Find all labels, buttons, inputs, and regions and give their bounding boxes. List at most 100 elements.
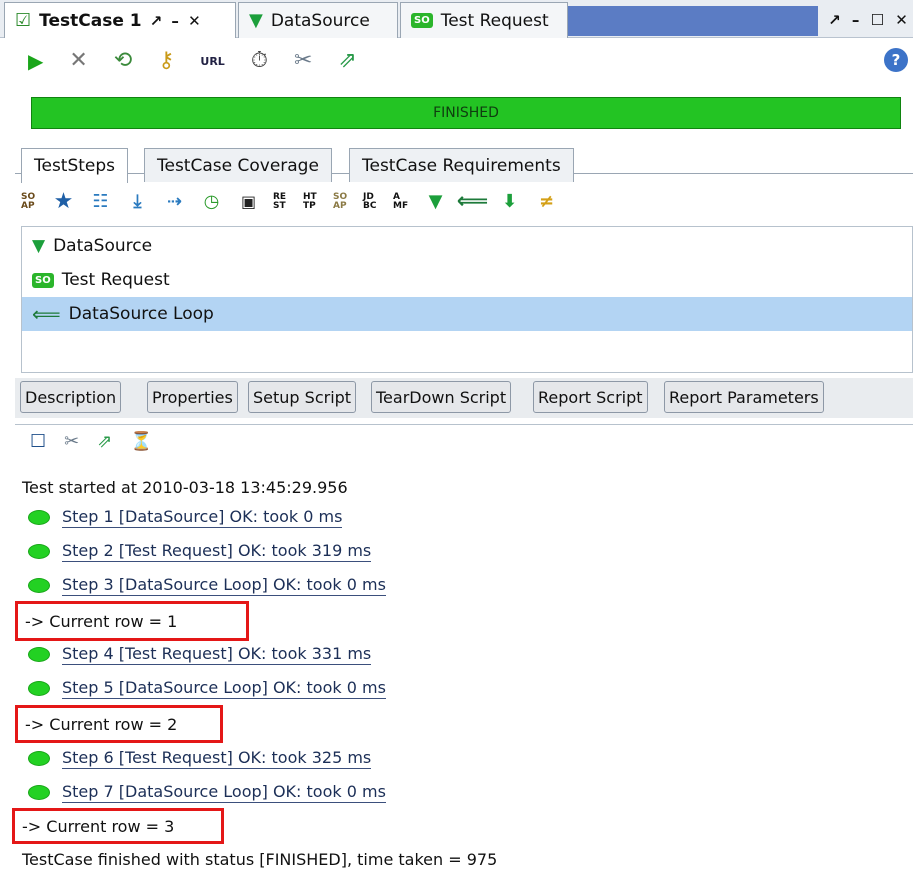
cancel-icon[interactable]: ✕ bbox=[69, 50, 87, 72]
url-icon[interactable]: URL bbox=[200, 56, 224, 67]
current-row-text: -> Current row = 3 bbox=[22, 816, 175, 836]
log-toolbar: ☐ ✂ ⇗ ⏳ bbox=[15, 424, 913, 458]
step-label: Test Request bbox=[61, 270, 170, 290]
current-row-text: -> Current row = 1 bbox=[25, 611, 178, 631]
log-step-entry[interactable]: Step 7 [DataSource Loop] OK: took 0 ms bbox=[28, 782, 386, 803]
datasource-funnel-icon: ▼ bbox=[249, 10, 263, 31]
current-row-text: -> Current row = 2 bbox=[25, 714, 178, 734]
amf-step-icon[interactable]: A MF bbox=[393, 190, 411, 215]
run-step-icon[interactable]: ▣ bbox=[236, 190, 261, 215]
tab-label: Setup Script bbox=[253, 387, 352, 407]
tab-label: Properties bbox=[152, 387, 233, 407]
tab-testcase-coverage[interactable]: TestCase Coverage bbox=[144, 148, 332, 182]
tab-label: Report Parameters bbox=[669, 387, 819, 407]
soap-step-icon[interactable]: SO AP bbox=[21, 190, 39, 215]
status-ok-icon bbox=[28, 785, 50, 800]
log-step-link[interactable]: Step 3 [DataSource Loop] OK: took 0 ms bbox=[62, 575, 386, 596]
tab-setup-script[interactable]: Setup Script bbox=[248, 381, 357, 413]
goto-icon[interactable]: ⇢ bbox=[162, 190, 187, 215]
export-icon[interactable]: ⇗ bbox=[97, 432, 112, 451]
status-ok-icon bbox=[28, 751, 50, 766]
log-step-entry[interactable]: Step 6 [Test Request] OK: took 325 ms bbox=[28, 748, 372, 769]
tab-testcase-1[interactable]: ☑ TestCase 1 ↗ – ✕ bbox=[4, 2, 236, 38]
log-step-link[interactable]: Step 2 [Test Request] OK: took 319 ms bbox=[62, 541, 372, 562]
tab-controls[interactable]: ↗ – ✕ bbox=[150, 12, 203, 30]
tab-properties[interactable]: Properties bbox=[147, 381, 238, 413]
log-started: Test started at 2010-03-18 13:45:29.956 bbox=[22, 478, 348, 497]
step-toolbar: SO AP ★ ☷ ⤓ ⇢ ◷ ▣ RE ST HT TP SO AP JD B… bbox=[15, 184, 913, 220]
filter-icon[interactable]: ⏳ bbox=[130, 432, 152, 451]
delay-icon[interactable]: ◷ bbox=[199, 190, 224, 215]
step-label: DataSource bbox=[53, 236, 153, 256]
list-icon[interactable]: ☷ bbox=[88, 190, 113, 215]
datasink-icon[interactable]: ⬇ bbox=[497, 190, 522, 215]
tab-testcase-requirements[interactable]: TestCase Requirements bbox=[349, 148, 574, 182]
star-icon[interactable]: ★ bbox=[51, 190, 76, 215]
tab-teststeps[interactable]: TestSteps bbox=[21, 148, 129, 183]
tab-report-script[interactable]: Report Script bbox=[533, 381, 648, 413]
soap-mock-icon[interactable]: SO AP bbox=[333, 190, 351, 215]
conditional-icon[interactable]: ≠ bbox=[534, 190, 559, 215]
status-bar: FINISHED bbox=[31, 97, 901, 129]
tab-label: Report Script bbox=[538, 387, 643, 407]
step-label: DataSource Loop bbox=[68, 304, 214, 324]
log-step-link[interactable]: Step 5 [DataSource Loop] OK: took 0 ms bbox=[62, 678, 386, 699]
log-step-entry[interactable]: Step 4 [Test Request] OK: took 331 ms bbox=[28, 644, 372, 665]
log-step-link[interactable]: Step 6 [Test Request] OK: took 325 ms bbox=[62, 748, 372, 769]
options-tools-icon[interactable]: ✂ bbox=[294, 50, 312, 72]
tab-report-parameters[interactable]: Report Parameters bbox=[664, 381, 824, 413]
log-step-link[interactable]: Step 7 [DataSource Loop] OK: took 0 ms bbox=[62, 782, 386, 803]
log-step-link[interactable]: Step 4 [Test Request] OK: took 331 ms bbox=[62, 644, 372, 665]
status-ok-icon bbox=[28, 647, 50, 662]
tab-label: TestCase Coverage bbox=[157, 155, 319, 176]
datasource-funnel-icon: ▼ bbox=[32, 236, 46, 256]
soap-request-icon: SO bbox=[32, 272, 54, 288]
list-item[interactable]: SO Test Request bbox=[22, 263, 912, 297]
log-step-link[interactable]: Step 1 [DataSource] OK: took 0 ms bbox=[62, 507, 343, 528]
run-icon[interactable]: ▶ bbox=[28, 51, 43, 71]
main-toolbar: ▶ ✕ ⟲ ⚷ URL ⏱ ✂ ⇗ bbox=[0, 38, 913, 84]
status-label: FINISHED bbox=[433, 105, 499, 121]
http-step-icon[interactable]: HT TP bbox=[303, 190, 321, 215]
soap-request-icon: SO bbox=[411, 13, 433, 28]
tab-label: DataSource bbox=[270, 10, 370, 31]
help-icon[interactable]: ? bbox=[884, 48, 908, 72]
tab-label: Description bbox=[25, 387, 117, 407]
tab-description[interactable]: Description bbox=[20, 381, 122, 413]
export-icon[interactable]: ⇗ bbox=[338, 50, 356, 72]
status-ok-icon bbox=[28, 510, 50, 525]
credentials-key-icon[interactable]: ⚷ bbox=[158, 50, 174, 72]
tab-label: TestCase 1 bbox=[39, 10, 142, 31]
log-step-entry[interactable]: Step 1 [DataSource] OK: took 0 ms bbox=[28, 507, 343, 528]
tab-strip-fill bbox=[568, 6, 818, 36]
status-ok-icon bbox=[28, 544, 50, 559]
tab-label: Test Request bbox=[440, 10, 549, 31]
tab-datasource[interactable]: ▼ DataSource bbox=[238, 2, 398, 38]
tab-test-request[interactable]: SO Test Request bbox=[400, 2, 568, 38]
timer-icon[interactable]: ⏱ bbox=[251, 50, 268, 72]
transfer-icon[interactable]: ⤓ bbox=[125, 190, 150, 215]
tab-label: TearDown Script bbox=[376, 387, 507, 407]
log-step-entry[interactable]: Step 3 [DataSource Loop] OK: took 0 ms bbox=[28, 575, 386, 596]
status-ok-icon bbox=[28, 578, 50, 593]
current-row-highlight: -> Current row = 2 bbox=[15, 705, 223, 743]
tab-label: TestCase Requirements bbox=[362, 155, 561, 176]
tab-label: TestSteps bbox=[34, 156, 116, 176]
rest-step-icon[interactable]: RE ST bbox=[273, 190, 291, 215]
current-row-highlight: -> Current row = 3 bbox=[12, 808, 224, 844]
loop-icon[interactable]: ⟲ bbox=[114, 50, 132, 72]
datasource-funnel-icon[interactable]: ▼ bbox=[423, 190, 448, 215]
log-finished: TestCase finished with status [FINISHED]… bbox=[22, 850, 498, 869]
clear-log-icon[interactable]: ☐ bbox=[30, 432, 46, 451]
list-item[interactable]: ▼ DataSource bbox=[22, 229, 912, 263]
loop-arrow-icon[interactable]: ⟸ bbox=[457, 190, 489, 215]
log-step-entry[interactable]: Step 5 [DataSource Loop] OK: took 0 ms bbox=[28, 678, 386, 699]
tab-teardown-script[interactable]: TearDown Script bbox=[371, 381, 512, 413]
options-tools-icon[interactable]: ✂ bbox=[64, 432, 79, 451]
teststep-list: ▼ DataSource SO Test Request ⟸ DataSourc… bbox=[21, 226, 913, 373]
status-ok-icon bbox=[28, 681, 50, 696]
window-controls[interactable]: ↗ – ☐ ✕ bbox=[826, 4, 913, 36]
list-item[interactable]: ⟸ DataSource Loop bbox=[22, 297, 912, 331]
jdbc-step-icon[interactable]: JD BC bbox=[363, 190, 381, 215]
log-step-entry[interactable]: Step 2 [Test Request] OK: took 319 ms bbox=[28, 541, 372, 562]
